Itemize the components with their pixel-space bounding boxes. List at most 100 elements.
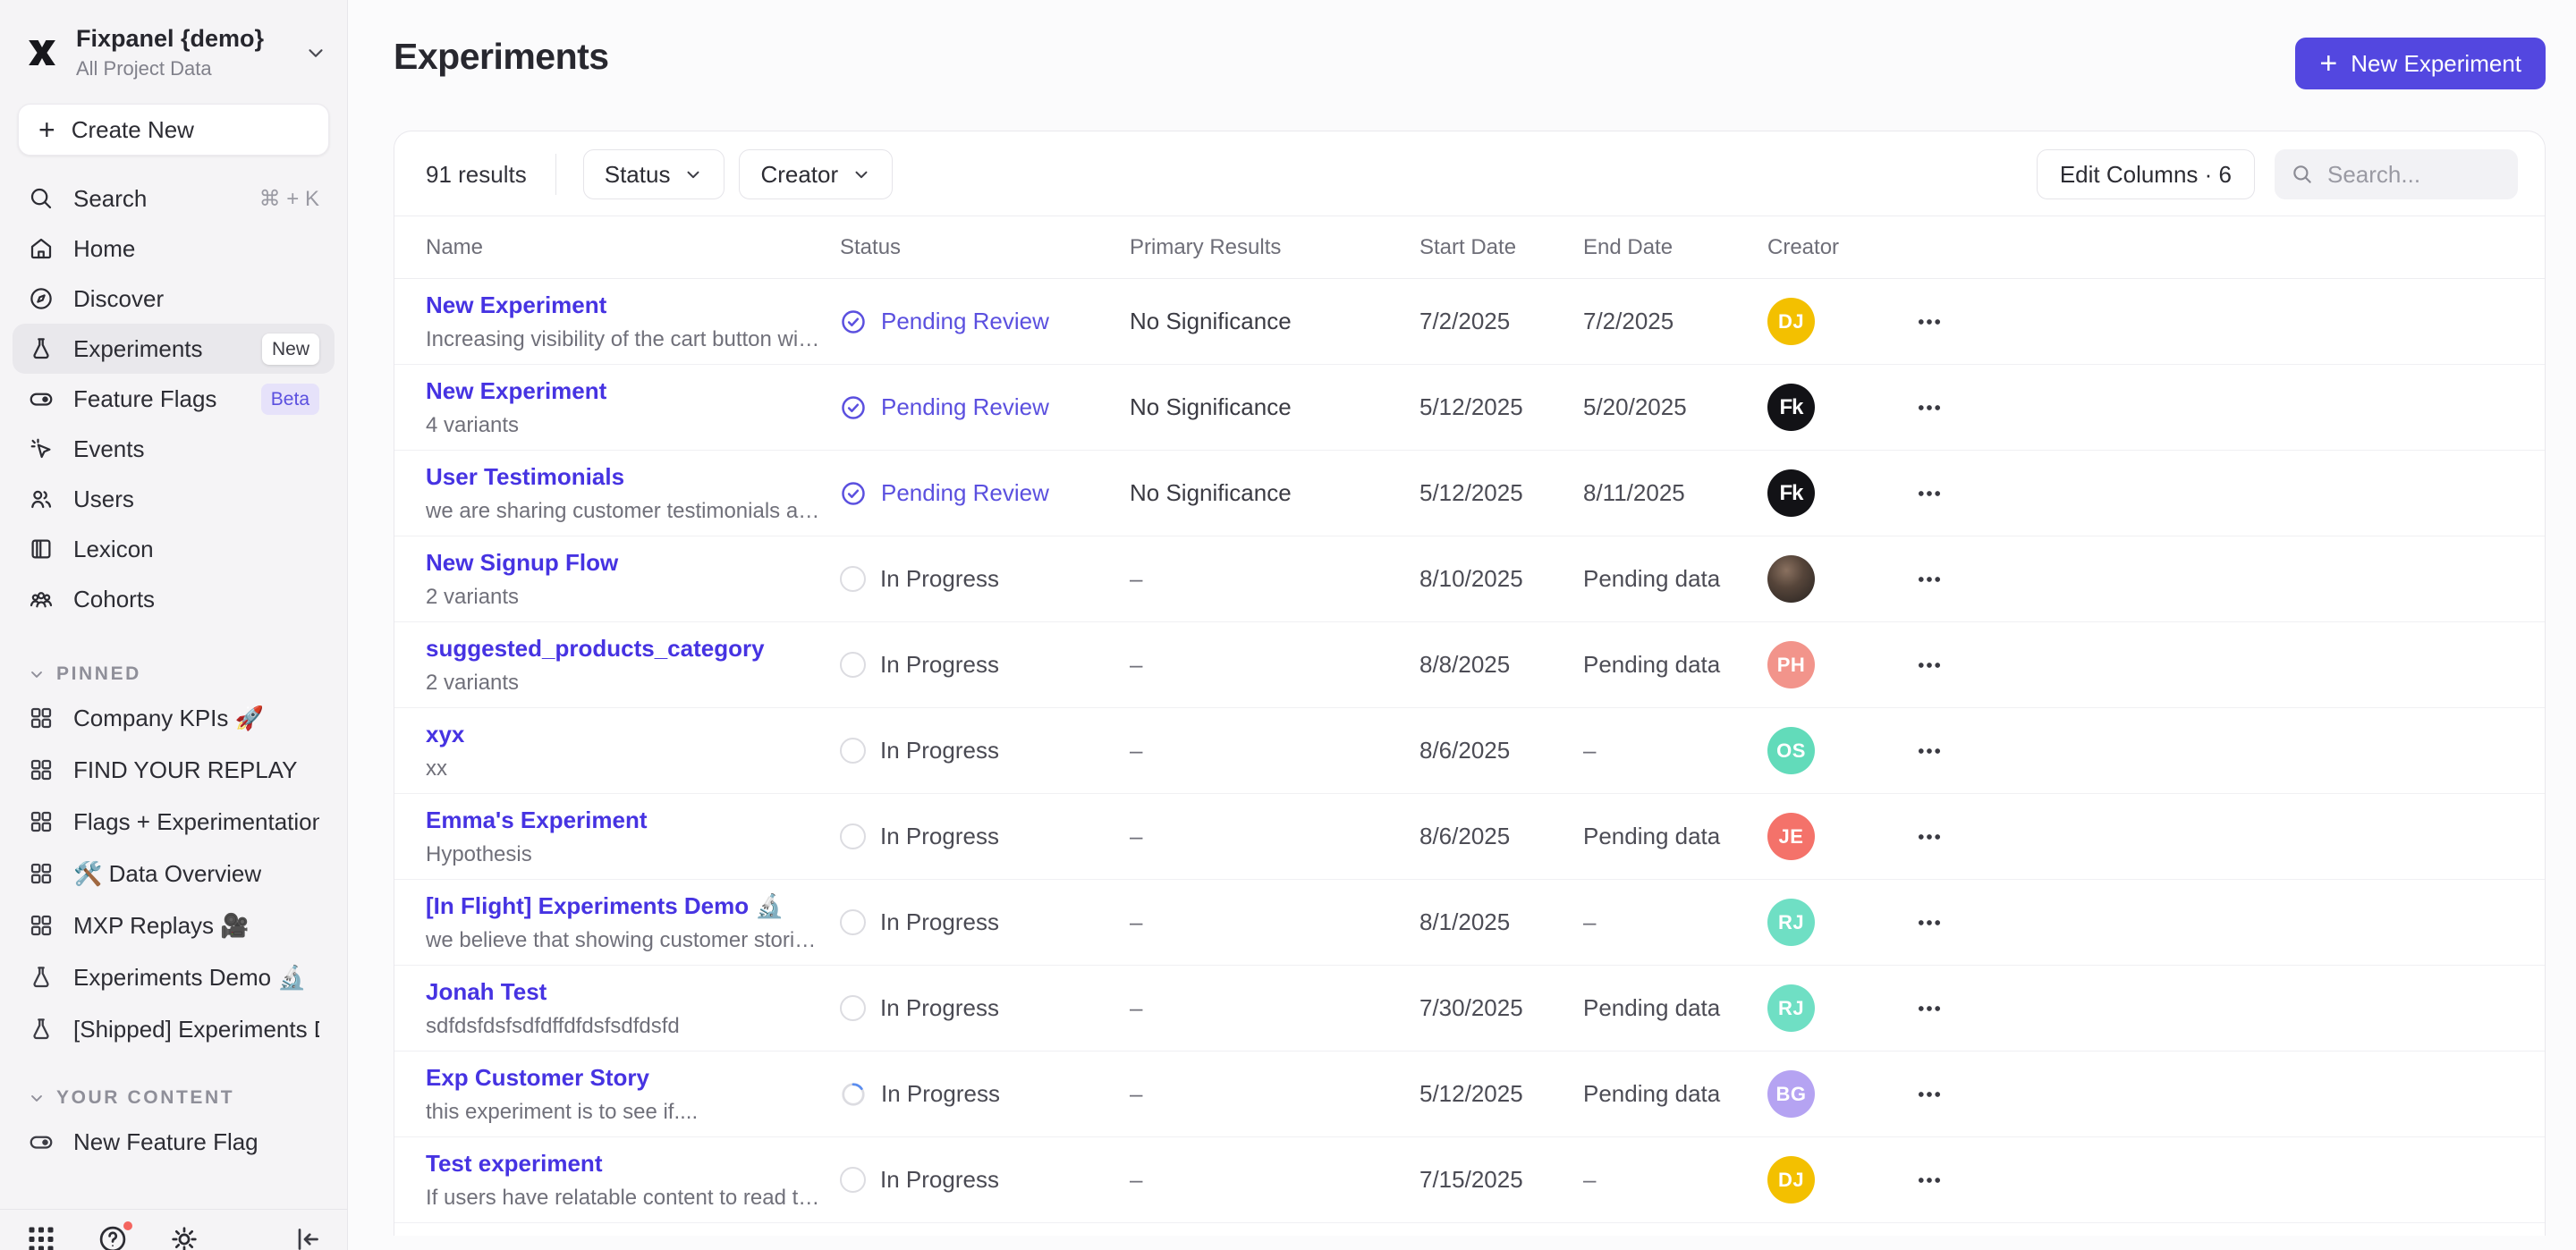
apps-grid-icon[interactable]	[25, 1223, 57, 1250]
start-date-cell: 8/6/2025	[1419, 823, 1583, 850]
sidebar-item-experiments[interactable]: ExperimentsNew	[13, 324, 335, 374]
row-actions-menu-button[interactable]	[1906, 472, 1953, 515]
collapse-sidebar-icon[interactable]	[292, 1223, 324, 1250]
sidebar-item-label: Cohorts	[73, 586, 155, 613]
sidebar-item-discover[interactable]: Discover	[13, 274, 335, 324]
edit-columns-button[interactable]: Edit Columns · 6	[2037, 149, 2255, 199]
your-content-section-header[interactable]: YOUR CONTENT	[13, 1080, 335, 1116]
sidebar-item-mxp-replays[interactable]: MXP Replays 🎥	[13, 899, 335, 951]
row-actions-menu-button[interactable]	[1906, 386, 1953, 429]
check-circle-icon	[840, 480, 867, 507]
experiment-link[interactable]: Jonah Test	[426, 978, 820, 1006]
avatar: OS	[1767, 727, 1815, 774]
status-cell: Pending Review	[840, 393, 1130, 421]
table-row[interactable]: [In Flight] Experiments Demo 🔬we believe…	[394, 880, 2545, 966]
pinned-title: PINNED	[56, 663, 141, 685]
search-box	[2275, 149, 2518, 199]
experiment-subtitle: we are sharing customer testimonials as …	[426, 499, 820, 524]
experiment-link[interactable]: New Experiment	[426, 377, 820, 405]
create-new-label: Create New	[72, 116, 194, 144]
table-row[interactable]: New Signup Flow2 variantsIn Progress–8/1…	[394, 536, 2545, 622]
row-actions-menu-button[interactable]	[1906, 815, 1953, 858]
chevron-down-icon	[852, 165, 871, 184]
search-input[interactable]	[2327, 161, 2502, 189]
experiment-link[interactable]: [In Flight] Experiments Demo 🔬	[426, 892, 820, 920]
in-progress-circle-icon	[840, 823, 866, 849]
experiment-link[interactable]: New Experiment	[426, 291, 820, 319]
table-row[interactable]: xyxxxIn Progress–8/6/2025–OS	[394, 708, 2545, 794]
settings-gear-icon[interactable]	[168, 1223, 200, 1250]
sidebar-item-experiments-demo[interactable]: Experiments Demo 🔬	[13, 951, 335, 1003]
table-row[interactable]: suggested_products_category2 variantsIn …	[394, 622, 2545, 708]
column-header-status: Status	[840, 235, 1130, 260]
table-row[interactable]: Jonah TestsdfdsfdsfsdfdffdfdsfsdfdsfdIn …	[394, 966, 2545, 1052]
experiment-link[interactable]: Test experiment	[426, 1150, 820, 1178]
your-content-section: YOUR CONTENT New Feature Flag	[0, 1080, 347, 1168]
primary-results-cell: –	[1130, 651, 1419, 679]
row-actions-menu-button[interactable]	[1906, 558, 1953, 601]
row-actions-menu-button[interactable]	[1906, 730, 1953, 773]
discover-icon	[28, 285, 55, 312]
row-actions-menu-button[interactable]	[1906, 1073, 1953, 1116]
experiment-name-cell: Emma's ExperimentHypothesis	[426, 807, 840, 867]
sidebar-item-find-your-replay[interactable]: FIND YOUR REPLAY	[13, 744, 335, 796]
row-actions-menu-button[interactable]	[1906, 987, 1953, 1030]
sidebar-item-search[interactable]: Search⌘ + K	[13, 173, 335, 224]
search-icon	[28, 185, 55, 212]
sidebar-item-cohorts[interactable]: Cohorts	[13, 574, 335, 624]
row-actions-menu-button[interactable]	[1906, 644, 1953, 687]
end-date-cell: 5/20/2025	[1583, 393, 1767, 421]
filter-chip-creator[interactable]: Creator	[739, 149, 893, 199]
new-experiment-button[interactable]: + New Experiment	[2295, 38, 2546, 89]
sidebar-item-label: Company KPIs 🚀	[73, 705, 264, 732]
start-date-cell: 7/15/2025	[1419, 1166, 1583, 1194]
sidebar-item-feature-flags[interactable]: Feature FlagsBeta	[13, 374, 335, 424]
sidebar-item-new-feature-flag[interactable]: New Feature Flag	[13, 1116, 335, 1168]
workspace-switcher[interactable]: Fixpanel {demo} All Project Data	[0, 0, 347, 98]
chevron-down-icon	[28, 1089, 46, 1107]
experiment-link[interactable]: User Testimonials	[426, 463, 820, 491]
sidebar-item-shipped-experiments-demo[interactable]: [Shipped] Experiments Demo 🖊️	[13, 1003, 335, 1055]
table-row[interactable]: Exp Customer Storythis experiment is to …	[394, 1052, 2545, 1137]
end-date-cell: Pending data	[1583, 1080, 1767, 1108]
experiment-name-cell: New Experiment4 variants	[426, 377, 840, 438]
experiment-link[interactable]: xyx	[426, 721, 820, 748]
experiment-link[interactable]: suggested_products_category	[426, 635, 820, 663]
toggle-icon	[28, 385, 55, 412]
sidebar-item-label: Lexicon	[73, 536, 154, 563]
experiment-link[interactable]: New Signup Flow	[426, 549, 820, 577]
create-new-button[interactable]: + Create New	[18, 104, 329, 156]
row-actions-menu-button[interactable]	[1906, 300, 1953, 343]
avatar: Fk	[1767, 384, 1815, 431]
filter-chip-label: Status	[605, 161, 671, 189]
sidebar-item-users[interactable]: Users	[13, 474, 335, 524]
table-row[interactable]: Emma's ExperimentHypothesisIn Progress–8…	[394, 794, 2545, 880]
help-icon[interactable]	[97, 1223, 129, 1250]
home-icon	[28, 235, 55, 262]
table-row[interactable]: User Testimonials we are sharing customer…	[394, 451, 2545, 536]
pinned-section-header[interactable]: PINNED	[13, 656, 335, 692]
experiment-link[interactable]: Emma's Experiment	[426, 807, 820, 834]
row-actions-menu-button[interactable]	[1906, 1159, 1953, 1202]
status-label: In Progress	[880, 651, 999, 679]
sidebar-item-flags-experimentation-demo[interactable]: Flags + Experimentation Demo ,	[13, 796, 335, 848]
sidebar-item-home[interactable]: Home	[13, 224, 335, 274]
sidebar-item-data-overview[interactable]: 🛠️ Data Overview	[13, 848, 335, 899]
experiment-link[interactable]: Exp Customer Story	[426, 1064, 820, 1092]
end-date-cell: 8/11/2025	[1583, 479, 1767, 507]
primary-results-cell: –	[1130, 823, 1419, 850]
table-row[interactable]: New Experiment4 variantsPending ReviewNo…	[394, 365, 2545, 451]
in-progress-circle-icon	[840, 995, 866, 1021]
status-cell: In Progress	[840, 737, 1130, 764]
sidebar-item-company-kpis[interactable]: Company KPIs 🚀	[13, 692, 335, 744]
table-row[interactable]: New ExperimentIncreasing visibility of t…	[394, 279, 2545, 365]
sidebar-item-events[interactable]: Events	[13, 424, 335, 474]
column-header-creator: Creator	[1767, 235, 1906, 260]
toggle-icon	[28, 1128, 55, 1155]
sidebar-item-lexicon[interactable]: Lexicon	[13, 524, 335, 574]
row-actions-menu-button[interactable]	[1906, 901, 1953, 944]
lexicon-icon	[28, 536, 55, 562]
primary-results-cell: –	[1130, 1080, 1419, 1108]
table-row[interactable]: Test experimentIf users have relatable c…	[394, 1137, 2545, 1223]
filter-chip-status[interactable]: Status	[583, 149, 725, 199]
